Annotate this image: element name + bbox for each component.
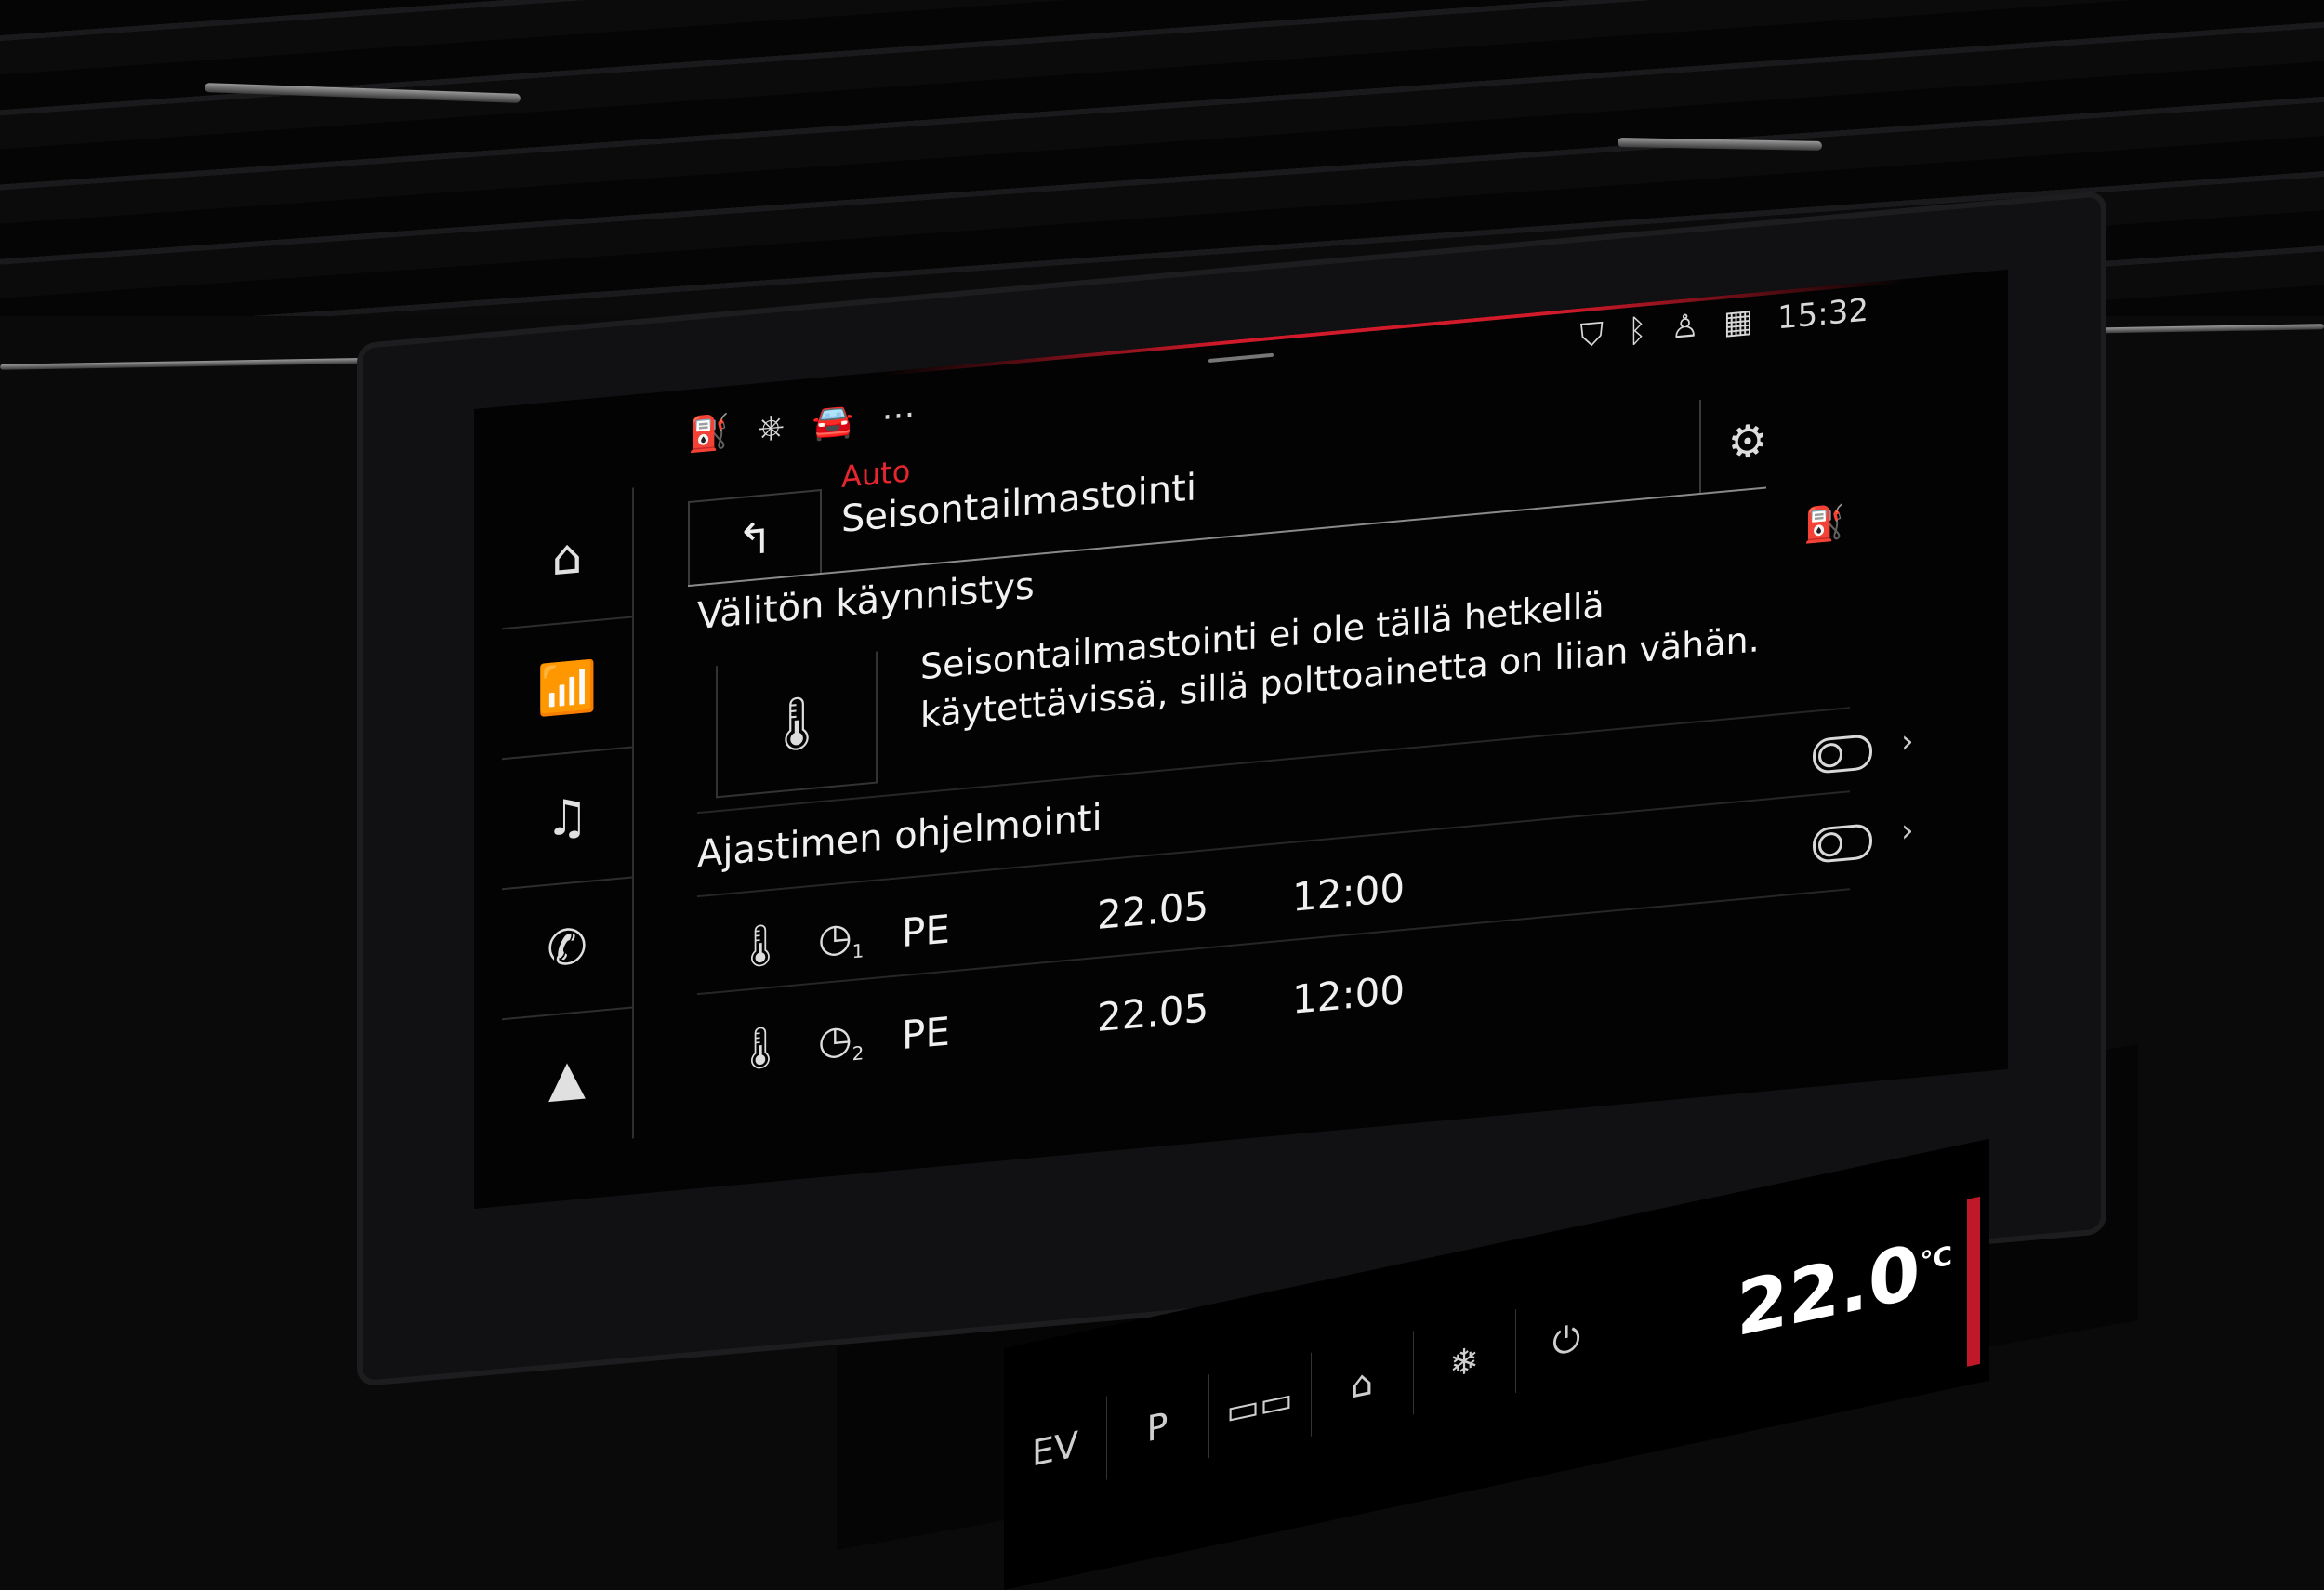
timer-time: 12:00 (1292, 966, 1406, 1023)
timer-time: 12:00 (1292, 864, 1406, 921)
immediate-start-button[interactable]: 🌡 (716, 651, 878, 799)
breadcrumb[interactable]: Auto (841, 453, 910, 495)
gear-icon: ⚙ (1727, 414, 1768, 470)
unavailable-message: Seisontailmastointi ei ole tällä hetkell… (920, 584, 1760, 736)
fuel-pump-icon: ⛽ (1803, 503, 1845, 546)
navigation-arrow-icon: ▲ (548, 1049, 586, 1108)
chevron-right-icon[interactable]: › (1901, 722, 1914, 761)
steering-assist-icon[interactable]: ⎈ (758, 407, 785, 449)
car-info-icon[interactable]: 🚘 (812, 401, 854, 444)
sidebar-item-navigation[interactable]: ▲ (502, 1009, 632, 1149)
back-arrow-icon: ↰ (736, 511, 773, 566)
parking-brake-button[interactable]: P (1106, 1374, 1209, 1480)
sidebar-item-radio[interactable]: 📶 (502, 617, 632, 761)
temperature-readout[interactable]: 22.0°C (1736, 1221, 1952, 1354)
sidebar-item-home[interactable]: ⌂ (502, 487, 632, 630)
status-left: ⛽ ⎈ 🚘 ⋯ (688, 395, 915, 455)
phone-icon: ✆ (547, 918, 588, 978)
music-note-icon: ♫ (545, 788, 589, 849)
bluetooth-icon: ᛒ (1628, 311, 1647, 351)
power-icon[interactable]: ⏻ (1515, 1287, 1618, 1394)
temperature-bar[interactable] (1967, 1196, 1980, 1367)
timer-date: 22.05 (1097, 985, 1209, 1041)
parking-grid-icon[interactable]: ▭▭ (1208, 1352, 1312, 1459)
defrost-off-icon[interactable]: ❄ (1413, 1308, 1516, 1415)
more-dots-icon[interactable]: ⋯ (881, 395, 915, 437)
timer-programming-toggle[interactable] (1813, 734, 1872, 775)
location-shield-icon: ⛉ (1579, 315, 1604, 355)
thermometer-icon: 🌡 (734, 1022, 786, 1075)
settings-button[interactable]: ⚙ (1699, 391, 1794, 494)
clock-2-icon: ◷2 (818, 1014, 865, 1066)
clock: 15:32 (1777, 291, 1868, 338)
infotainment-screen: ⛽ ⎈ 🚘 ⋯ ⛉ ᛒ ♙ ▦ 15:32 ⌂ 📶 ♫ ✆ ▲ ↰ Auto S… (474, 269, 2008, 1209)
sidebar: ⌂ 📶 ♫ ✆ ▲ (502, 487, 634, 1151)
chevron-right-icon[interactable]: › (1901, 812, 1914, 850)
radio-antenna-icon: 📶 (536, 657, 598, 720)
thermometer-icon: 🌡 (734, 920, 786, 973)
home-icon[interactable]: ⌂ (1311, 1331, 1414, 1437)
signal-grid-icon: ▦ (1723, 301, 1754, 342)
fuel-pump-icon[interactable]: ⛽ (688, 412, 730, 455)
seat-person-icon: ♙ (1670, 307, 1699, 347)
timer-date: 22.05 (1097, 882, 1209, 939)
thermometer-icon: 🌡 (763, 691, 830, 758)
timer-day: PE (902, 906, 950, 957)
back-button[interactable]: ↰ (688, 488, 822, 588)
pull-down-handle[interactable] (1208, 352, 1274, 364)
timer-1-toggle[interactable] (1813, 823, 1872, 864)
home-icon: ⌂ (551, 528, 583, 588)
sidebar-item-media[interactable]: ♫ (502, 748, 632, 891)
sidebar-item-phone[interactable]: ✆ (502, 878, 632, 1021)
ev-button[interactable]: EV (1004, 1396, 1107, 1502)
timer-day: PE (902, 1008, 950, 1059)
clock-1-icon: ◷1 (818, 912, 865, 963)
